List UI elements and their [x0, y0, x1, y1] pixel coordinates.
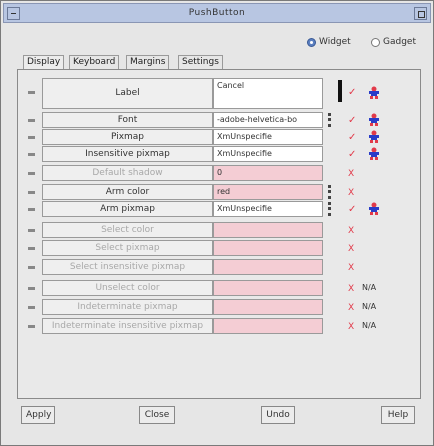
- close-button[interactable]: Close: [139, 406, 175, 424]
- window-title: PushButton: [188, 8, 246, 18]
- undo-button[interactable]: Undo: [261, 406, 295, 424]
- title-bar[interactable]: PushButton: [3, 3, 431, 23]
- field-resize-handle[interactable]: [328, 202, 331, 216]
- property-button[interactable]: Arm color: [42, 184, 213, 200]
- tab-keyboard[interactable]: Keyboard: [69, 55, 120, 69]
- status-error-icon: X: [348, 284, 355, 294]
- property-button[interactable]: Select pixmap: [42, 240, 213, 256]
- not-applicable-label: N/A: [362, 302, 377, 311]
- property-value-field[interactable]: [213, 222, 323, 238]
- not-applicable-label: N/A: [362, 321, 377, 330]
- status-error-icon: X: [348, 169, 355, 179]
- widget-radio-label: Widget: [319, 37, 351, 47]
- gadget-radio-label: Gadget: [383, 37, 416, 47]
- property-checkbox[interactable]: [28, 287, 35, 290]
- property-value-field[interactable]: red: [213, 184, 323, 200]
- tool-figure-icon[interactable]: [368, 130, 380, 144]
- property-checkbox[interactable]: [28, 247, 35, 250]
- tool-figure-icon[interactable]: [368, 202, 380, 216]
- property-button[interactable]: Insensitive pixmap: [42, 146, 213, 162]
- property-value-field[interactable]: [213, 259, 323, 275]
- maximize-icon[interactable]: [414, 7, 427, 20]
- tool-figure-icon[interactable]: [368, 113, 380, 127]
- property-value-field[interactable]: XmUnspecifie: [213, 146, 323, 162]
- property-value-field[interactable]: Cancel: [213, 78, 323, 109]
- status-ok-icon: ✓: [348, 149, 357, 160]
- property-checkbox[interactable]: [28, 191, 35, 194]
- status-error-icon: X: [348, 303, 355, 313]
- help-button[interactable]: Help: [381, 406, 415, 424]
- status-ok-icon: ✓: [348, 115, 357, 126]
- property-value-field[interactable]: XmUnspecifie: [213, 201, 323, 217]
- tab-margins[interactable]: Margins: [126, 55, 170, 69]
- property-button[interactable]: Indeterminate insensitive pixmap: [42, 318, 213, 334]
- property-button[interactable]: Indeterminate pixmap: [42, 299, 213, 315]
- status-ok-icon: ✓: [348, 204, 357, 215]
- property-value-field[interactable]: [213, 299, 323, 315]
- gadget-radio[interactable]: Gadget: [371, 37, 416, 47]
- property-checkbox[interactable]: [28, 306, 35, 309]
- property-button[interactable]: Unselect color: [42, 280, 213, 296]
- apply-button[interactable]: Apply: [21, 406, 55, 424]
- widget-radio[interactable]: Widget: [307, 37, 351, 47]
- property-checkbox[interactable]: [28, 91, 35, 94]
- display-panel: Label Cancel ✓ Font -adobe-helvetica-bo ✓ Pixm…: [17, 69, 421, 399]
- property-button[interactable]: Select color: [42, 222, 213, 238]
- property-value-field[interactable]: [213, 240, 323, 256]
- property-value-field[interactable]: 0: [213, 165, 323, 181]
- property-checkbox[interactable]: [28, 266, 35, 269]
- property-value-field[interactable]: -adobe-helvetica-bo: [213, 112, 323, 128]
- property-button[interactable]: Select insensitive pixmap: [42, 259, 213, 275]
- field-resize-handle[interactable]: [328, 113, 331, 127]
- property-button[interactable]: Font: [42, 112, 213, 128]
- status-error-icon: X: [348, 226, 355, 236]
- property-value-field[interactable]: [213, 318, 323, 334]
- status-error-icon: X: [348, 188, 355, 198]
- status-ok-icon: ✓: [348, 132, 357, 143]
- widget-radio-dot[interactable]: [307, 37, 316, 47]
- status-error-icon: X: [348, 322, 355, 332]
- not-applicable-label: N/A: [362, 283, 377, 292]
- tab-display[interactable]: Display: [23, 55, 65, 70]
- property-checkbox[interactable]: [28, 119, 35, 122]
- action-buttons: Apply Close Undo Help: [17, 406, 421, 428]
- tool-figure-icon[interactable]: [368, 147, 380, 161]
- property-value-field[interactable]: XmUnspecifie: [213, 129, 323, 145]
- property-checkbox[interactable]: [28, 325, 35, 328]
- property-value-field[interactable]: [213, 280, 323, 296]
- property-button[interactable]: Label: [42, 78, 213, 109]
- property-checkbox[interactable]: [28, 208, 35, 211]
- property-button[interactable]: Arm pixmap: [42, 201, 213, 217]
- pushbutton-window: PushButton Widget Gadget Display Keyboar…: [0, 0, 434, 446]
- tool-figure-icon[interactable]: [368, 86, 380, 100]
- tab-settings[interactable]: Settings: [178, 55, 223, 69]
- property-checkbox[interactable]: [28, 136, 35, 139]
- status-ok-icon: ✓: [348, 87, 357, 98]
- gadget-radio-dot[interactable]: [371, 37, 380, 47]
- field-resize-handle[interactable]: [328, 185, 331, 199]
- property-checkbox[interactable]: [28, 229, 35, 232]
- property-button[interactable]: Default shadow: [42, 165, 213, 181]
- text-cursor-bar: [338, 80, 342, 102]
- status-error-icon: X: [348, 263, 355, 273]
- property-checkbox[interactable]: [28, 153, 35, 156]
- status-error-icon: X: [348, 244, 355, 254]
- property-checkbox[interactable]: [28, 172, 35, 175]
- property-button[interactable]: Pixmap: [42, 129, 213, 145]
